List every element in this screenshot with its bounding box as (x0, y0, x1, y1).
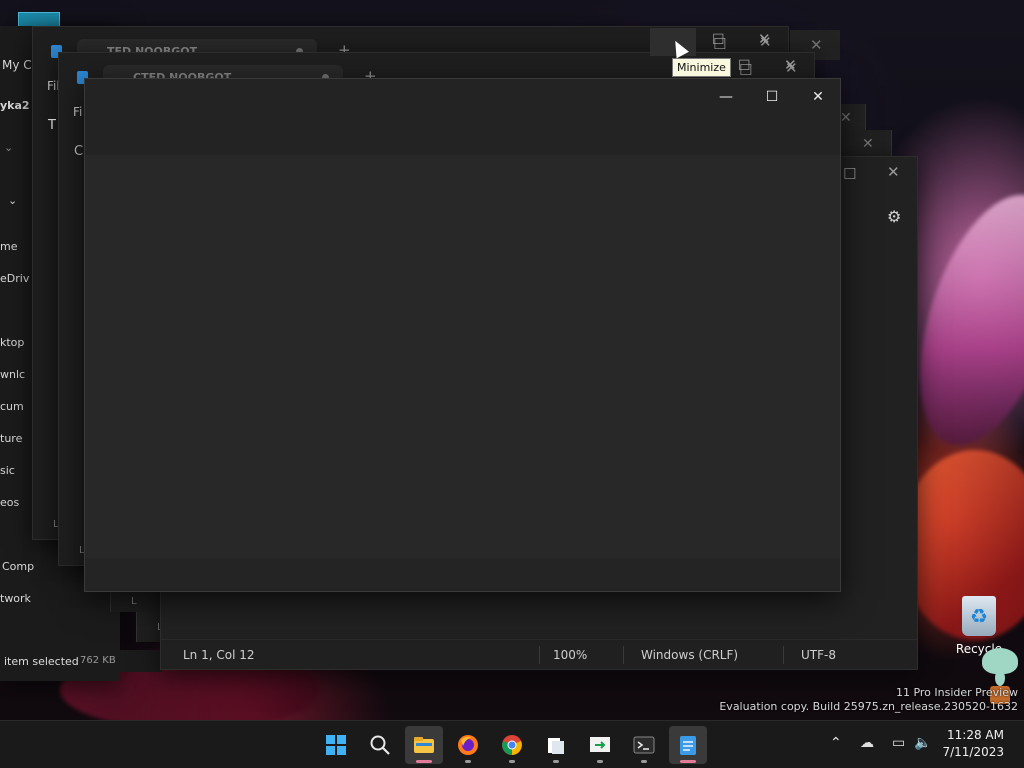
statusbar-divider (623, 646, 624, 664)
maximize-button[interactable]: ☐ (749, 83, 795, 111)
explorer-status-text: item selected (4, 655, 79, 668)
window-edge: L (136, 612, 163, 642)
running-indicator (509, 760, 515, 763)
caption-buttons: ☐ ✕ (700, 30, 790, 54)
taskbar-terminal[interactable] (625, 726, 663, 764)
statusbar-divider (539, 646, 540, 664)
close-icon[interactable]: ✕ (784, 56, 797, 74)
taskbar-files[interactable] (537, 726, 575, 764)
recycle-bin-icon[interactable]: Recycle (944, 596, 1014, 656)
window-bottom (85, 558, 840, 591)
running-indicator (641, 760, 647, 763)
nav-item-desktop[interactable]: ktop (0, 336, 24, 349)
close-icon[interactable]: ✕ (758, 30, 771, 48)
caption-buttons: ☐ ✕ (730, 56, 820, 78)
close-icon[interactable]: ✕ (887, 163, 900, 181)
watermark-line: 11 Pro Insider Preview (895, 686, 1018, 699)
line-marker: L (131, 596, 137, 607)
nav-item-downloads[interactable]: wnlc (0, 368, 25, 381)
nav-item-onedrive[interactable]: eDriv (0, 272, 29, 285)
taskbar-chrome[interactable] (493, 726, 531, 764)
maximize-icon[interactable]: ☐ (712, 32, 725, 48)
taskbar-notepad[interactable] (669, 726, 707, 764)
nav-item-home[interactable]: me (0, 240, 17, 253)
running-indicator (680, 760, 696, 763)
window-edge: ✕ (840, 104, 866, 132)
tooltip: Minimize (672, 58, 731, 77)
explorer-user-folder[interactable]: yka2 (0, 99, 30, 112)
running-indicator (553, 760, 559, 763)
taskbar-file-explorer[interactable] (405, 726, 443, 764)
settings-gear-icon[interactable]: ⚙ (887, 207, 901, 226)
close-button[interactable]: ✕ (795, 83, 841, 111)
window-edge: ✕ (840, 130, 892, 158)
chrome-icon (502, 735, 522, 755)
explorer-title: My C (2, 58, 32, 72)
running-indicator (416, 760, 432, 763)
nav-item-music[interactable]: sic (0, 464, 15, 477)
explorer-statusbar: item selected 762 KB (0, 650, 162, 672)
statusbar: Ln 1, Col 12 100% Windows (CRLF) UTF-8 (161, 639, 917, 669)
minimize-button[interactable]: — (703, 83, 749, 111)
terminal-icon (633, 736, 655, 754)
network-offline-icon[interactable]: ☁ (860, 735, 874, 751)
zoom-level[interactable]: 100% (553, 648, 587, 662)
taskbar-remote[interactable] (581, 726, 619, 764)
clock-time: 11:28 AM (947, 728, 1004, 742)
search-button[interactable] (361, 726, 399, 764)
volume-icon[interactable]: 🔈 (914, 735, 931, 751)
partial-text: C (74, 144, 84, 159)
taskbar: ⌃ ☁ ▭ 🔈 11:28 AM 7/11/2023 (0, 720, 1024, 768)
menu-file[interactable]: Fi (73, 105, 82, 119)
maximize-icon[interactable]: ☐ (738, 58, 751, 74)
notepad-window-front[interactable]: — ☐ ✕ (84, 78, 841, 592)
firefox-icon (458, 735, 478, 755)
taskbar-firefox[interactable] (449, 726, 487, 764)
close-icon[interactable]: ✕ (840, 110, 852, 126)
line-ending[interactable]: Windows (CRLF) (641, 648, 738, 662)
chevron-up-icon[interactable]: ⌃ (830, 735, 842, 751)
clock-date: 7/11/2023 (942, 745, 1004, 759)
close-icon[interactable]: ✕ (862, 136, 874, 152)
os-watermark: 11 Pro Insider Preview Evaluation copy. … (719, 686, 1018, 714)
watermark-line: Evaluation copy. Build 25975.zn_release.… (719, 700, 1018, 713)
nav-item-documents[interactable]: cum (0, 400, 24, 413)
encoding[interactable]: UTF-8 (801, 648, 836, 662)
nav-item-pictures[interactable]: ture (0, 432, 22, 445)
nav-item-this-pc[interactable]: Comp (2, 560, 34, 573)
running-indicator (465, 760, 471, 763)
nav-item-videos[interactable]: eos (0, 496, 19, 509)
windows-logo-icon (326, 735, 346, 755)
system-clock[interactable]: 11:28 AM 7/11/2023 (942, 727, 1004, 761)
chevron-down-icon[interactable]: ⌄ (8, 194, 17, 207)
window-edge: L (110, 590, 162, 612)
statusbar-divider (783, 646, 784, 664)
editor-area[interactable] (85, 155, 840, 560)
nav-item-network[interactable]: twork (0, 592, 31, 605)
display-icon[interactable]: ▭ (892, 735, 905, 751)
search-icon (370, 735, 390, 755)
explorer-size-text: 762 KB (80, 655, 116, 666)
cursor-position: Ln 1, Col 12 (183, 648, 255, 662)
notepad-icon (680, 736, 696, 755)
chevron-down-icon[interactable]: ⌄ (4, 141, 13, 154)
recycle-bin-glyph (962, 596, 996, 636)
start-button[interactable] (317, 726, 355, 764)
running-indicator (597, 760, 603, 763)
maximize-icon[interactable]: ☐ (843, 165, 856, 183)
folder-icon (414, 737, 434, 753)
files-icon (548, 738, 564, 754)
remote-icon (590, 737, 610, 752)
partial-text: T (48, 118, 56, 133)
